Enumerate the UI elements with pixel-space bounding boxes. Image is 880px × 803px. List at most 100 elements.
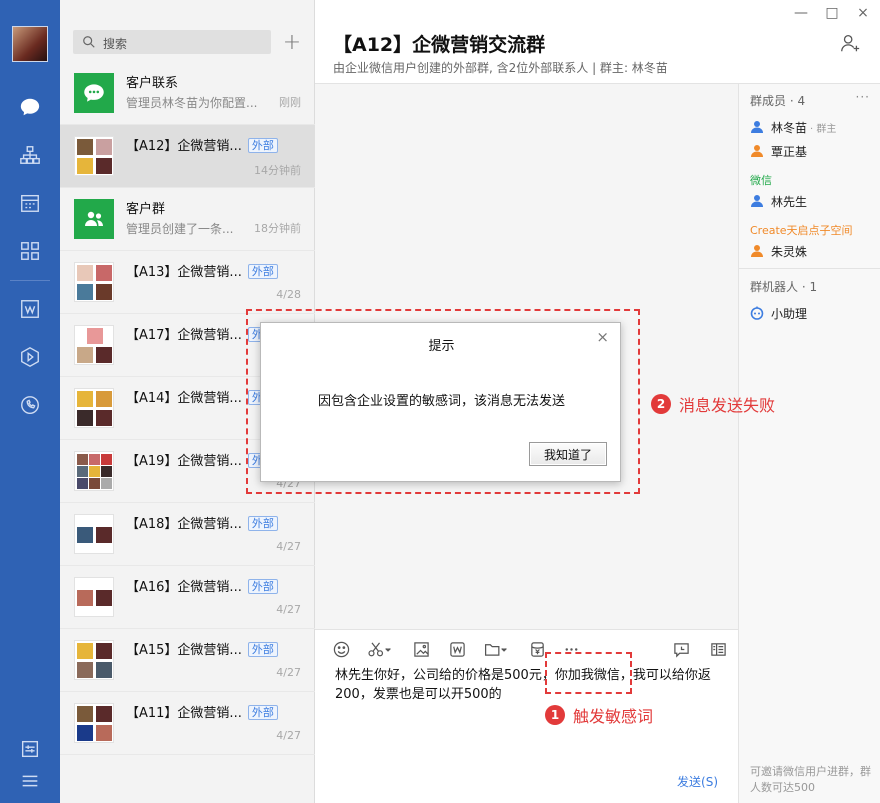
group-avatar: [74, 577, 114, 617]
conversation-name: 客户群: [126, 202, 166, 217]
member-item[interactable]: 林先生: [750, 192, 807, 210]
customer-contact-icon: [74, 73, 114, 113]
conversation-name: 【A13】企微营销... 外部: [126, 261, 278, 280]
members-divider: [739, 268, 880, 269]
minimize-button[interactable]: —: [791, 4, 811, 22]
external-tag: 外部: [247, 642, 278, 657]
annotation-note-1: 1 触发敏感词: [545, 703, 653, 727]
calendar-icon[interactable]: [17, 190, 43, 216]
add-plus-button[interactable]: +: [280, 30, 304, 55]
workbench-icon[interactable]: [17, 344, 43, 370]
external-tag: 外部: [247, 138, 278, 153]
conversation-time: 18分钟前: [254, 222, 301, 235]
annotation-note-2: 2 消息发送失败: [651, 392, 775, 416]
customer-group-icon: [74, 199, 114, 239]
word-doc-icon[interactable]: [447, 639, 467, 659]
owner-role: · 群主: [810, 123, 837, 135]
annotation-number: 2: [651, 394, 671, 414]
conversation-item-a12[interactable]: 【A12】企微营销... 外部 14分钟前: [60, 125, 315, 188]
emoji-icon[interactable]: [331, 639, 351, 659]
conversation-preview: 管理员创建了一条...: [126, 222, 234, 236]
settings-sliders-icon[interactable]: [17, 736, 43, 762]
add-member-icon[interactable]: [839, 32, 861, 54]
annotation-sensitive-word-box: [545, 652, 632, 694]
search-input[interactable]: 搜索: [73, 30, 271, 54]
menu-icon[interactable]: [17, 768, 43, 794]
conversation-time: 刚刚: [279, 96, 301, 109]
person-icon: [751, 145, 763, 157]
conversation-name: 【A12】企微营销... 外部: [126, 135, 278, 154]
org-chart-icon[interactable]: [17, 142, 43, 168]
dialog-title: 提示: [428, 339, 455, 354]
conversation-item-a18[interactable]: 【A18】企微营销... 外部 4/27: [60, 503, 315, 566]
group-avatar: [74, 388, 114, 428]
app-window: 搜索 + 客户联系 管理员林冬苗为你配置... 刚刚 【A12】企微营销... 外…: [0, 0, 880, 803]
robot-item[interactable]: 小助理: [750, 304, 807, 322]
group-avatar: [74, 514, 114, 554]
conversation-name: 【A11】企微营销... 外部: [126, 702, 278, 721]
nav-rail: [0, 0, 60, 803]
conversation-preview: 管理员林冬苗为你配置...: [126, 96, 258, 110]
send-button[interactable]: 发送(S): [677, 773, 718, 790]
user-avatar[interactable]: [12, 26, 48, 62]
notes-panel-icon[interactable]: [708, 639, 728, 659]
members-header: 群成员 · 4: [750, 94, 806, 108]
external-tag: 外部: [247, 516, 278, 531]
doc-icon[interactable]: [17, 296, 43, 322]
person-icon: [751, 121, 763, 133]
search-placeholder: 搜索: [103, 37, 128, 51]
conversation-name: 【A18】企微营销... 外部: [126, 513, 278, 532]
folder-icon[interactable]: [481, 639, 511, 659]
conversation-name: 客户联系: [126, 76, 179, 91]
member-item[interactable]: 覃正基: [750, 142, 807, 160]
phone-icon[interactable]: [17, 392, 43, 418]
external-tag: 外部: [247, 579, 278, 594]
maximize-button[interactable]: □: [822, 4, 842, 22]
dialog-message: 因包含企业设置的敏感词，该消息无法发送: [317, 394, 565, 409]
group-avatar: [74, 325, 114, 365]
scissors-icon[interactable]: [365, 639, 395, 659]
group-avatar: [74, 640, 114, 680]
members-footer-note: 可邀请微信用户进群，群人数可达500: [750, 765, 871, 794]
alert-dialog: 提示 × 因包含企业设置的敏感词，该消息无法发送 我知道了: [260, 322, 621, 482]
conversation-item-a15[interactable]: 【A15】企微营销... 外部 4/27: [60, 629, 315, 692]
apps-grid-icon[interactable]: [17, 238, 43, 264]
conversation-item-a16[interactable]: 【A16】企微营销... 外部 4/27: [60, 566, 315, 629]
chat-header: 【A12】企微营销交流群 由企业微信用户创建的外部群, 含2位外部联系人 | 群…: [315, 0, 880, 84]
chat-history-icon[interactable]: [671, 639, 691, 659]
image-icon[interactable]: [411, 639, 431, 659]
members-more-button[interactable]: ···: [856, 90, 870, 104]
red-packet-icon[interactable]: [527, 639, 547, 659]
search-icon: [83, 36, 95, 48]
conversation-time: 4/27: [276, 729, 301, 742]
annotation-text: 触发敏感词: [573, 707, 654, 726]
conversation-time: 4/28: [276, 288, 301, 301]
external-tag: 外部: [247, 264, 278, 279]
chat-bubble-icon[interactable]: [17, 94, 43, 120]
composer: 林先生你好，公司给的价格是500元，你加我微信，我可以给你返200，发票也是可以…: [315, 629, 738, 803]
conversation-item-customer-group[interactable]: 客户群 管理员创建了一条... 18分钟前: [60, 188, 315, 251]
member-owner[interactable]: 林冬苗 · 群主: [750, 118, 836, 136]
conversation-item-customer-contact[interactable]: 客户联系 管理员林冬苗为你配置... 刚刚: [60, 62, 315, 125]
robots-header: 群机器人 · 1: [750, 280, 818, 294]
person-icon: [751, 245, 763, 257]
conversation-item-a13[interactable]: 【A13】企微营销... 外部 4/28: [60, 251, 315, 314]
chat-title: 【A12】企微营销交流群: [333, 34, 546, 56]
message-input[interactable]: 林先生你好，公司给的价格是500元，你加我微信，我可以给你返200，发票也是可以…: [335, 666, 730, 704]
person-icon: [751, 195, 763, 207]
group-label-create: Create天启点子空间: [750, 224, 853, 237]
group-label-wechat: 微信: [750, 174, 772, 187]
conversation-item-a11[interactable]: 【A11】企微营销... 外部 4/27: [60, 692, 315, 755]
members-panel: 群成员 · 4 ··· 林冬苗 · 群主 覃正基 微信 林先生 Create天启点…: [738, 84, 880, 803]
rail-divider: [10, 280, 50, 281]
member-item[interactable]: 朱灵姝: [750, 242, 807, 260]
conversation-time: 4/27: [276, 540, 301, 553]
conversation-name: 【A16】企微营销... 外部: [126, 576, 278, 595]
conversation-time: 4/27: [276, 603, 301, 616]
dialog-close-button[interactable]: ×: [596, 328, 609, 346]
dialog-ok-button[interactable]: 我知道了: [529, 442, 607, 466]
group-avatar: [74, 262, 114, 302]
external-tag: 外部: [247, 705, 278, 720]
annotation-number: 1: [545, 705, 565, 725]
close-window-button[interactable]: ×: [853, 4, 873, 22]
